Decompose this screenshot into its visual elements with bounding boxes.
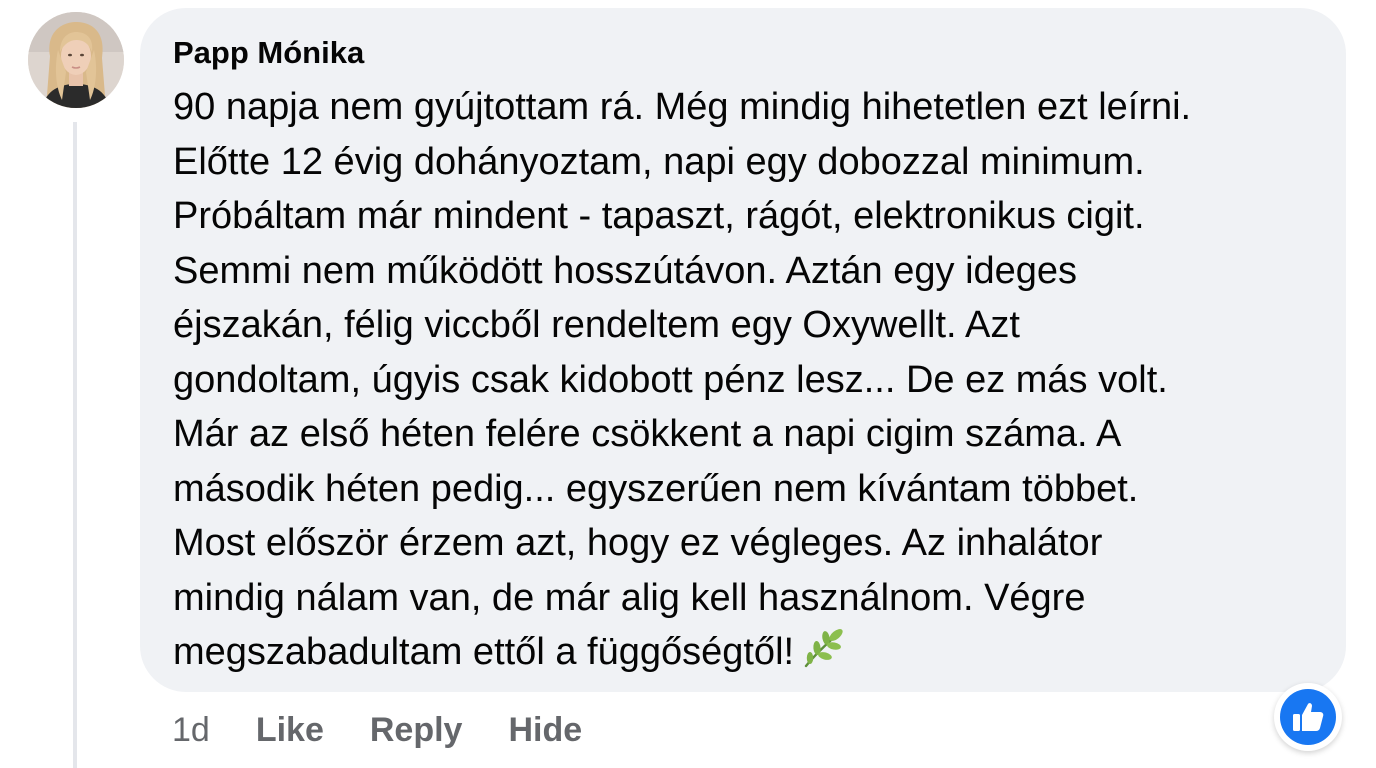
avatar[interactable] <box>28 12 124 108</box>
comment-actions: 1d Like Reply Hide <box>172 706 628 754</box>
comment-bubble: Papp Mónika 90 napja nem gyújtottam rá. … <box>140 8 1346 692</box>
thumbs-up-icon <box>1280 689 1336 745</box>
comment-text: 90 napja nem gyújtottam rá. Még mindig h… <box>173 86 1192 673</box>
reaction-badge[interactable] <box>1274 683 1342 751</box>
comment-body: 90 napja nem gyújtottam rá. Még mindig h… <box>173 80 1316 686</box>
like-button[interactable]: Like <box>256 711 324 750</box>
comment-timestamp[interactable]: 1d <box>172 711 210 750</box>
thread-line <box>73 122 77 768</box>
reply-button[interactable]: Reply <box>370 711 463 750</box>
herb-leaf-icon <box>800 626 848 686</box>
hide-button[interactable]: Hide <box>508 711 582 750</box>
comment-thread: Papp Mónika 90 napja nem gyújtottam rá. … <box>0 0 1376 768</box>
comment-author[interactable]: Papp Mónika <box>173 34 1316 72</box>
